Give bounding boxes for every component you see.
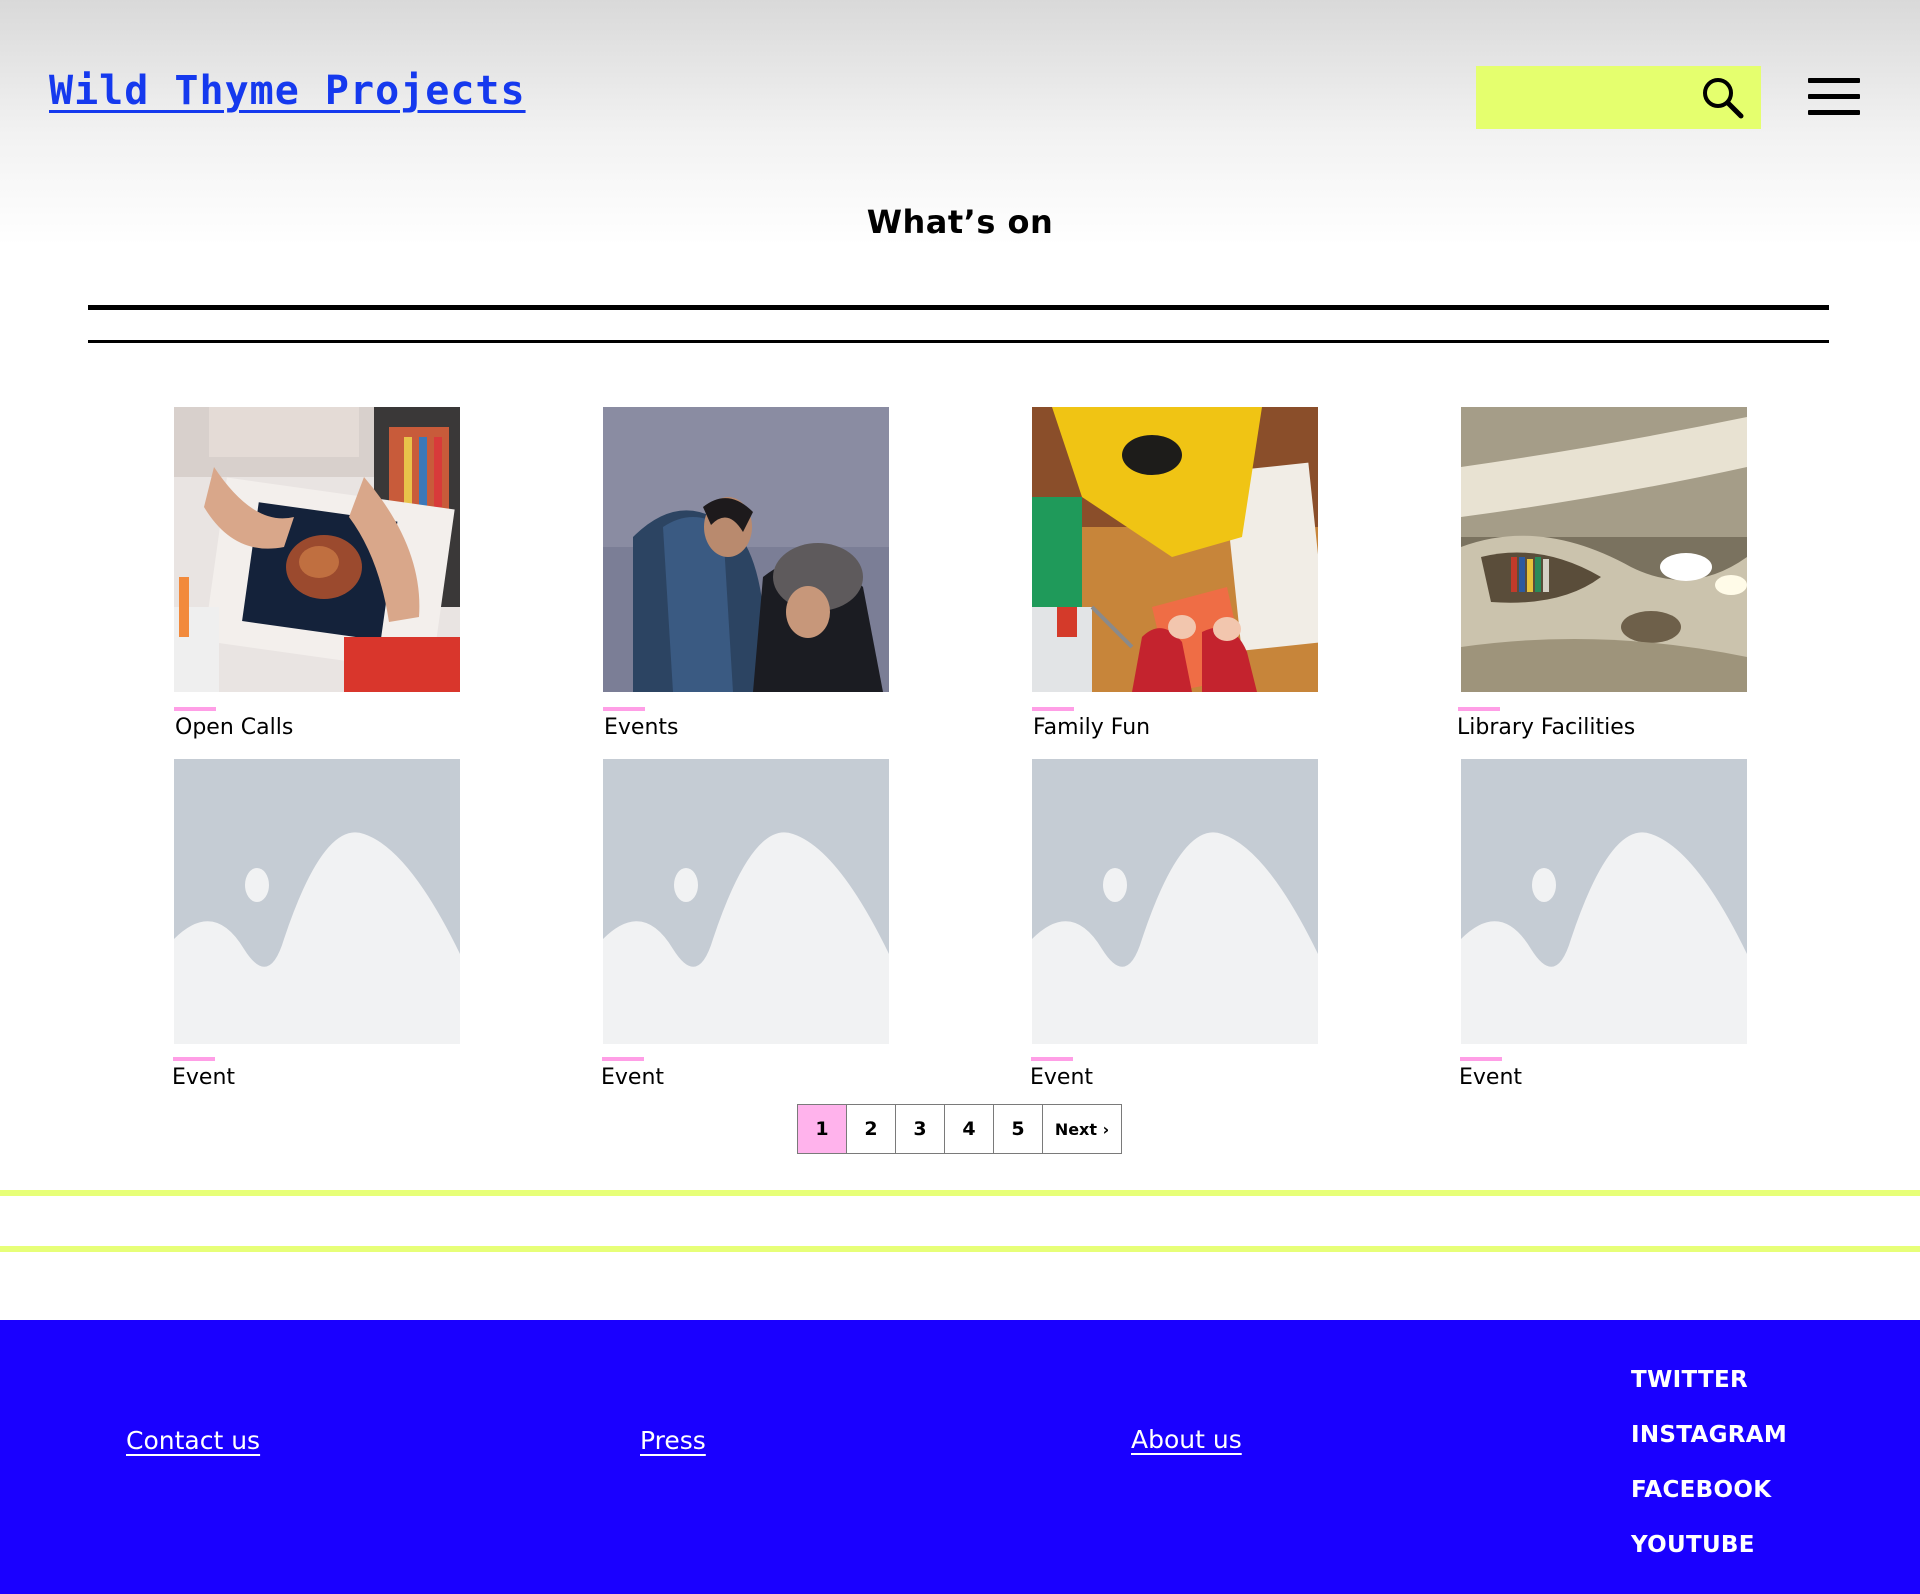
divider-thin	[88, 340, 1829, 343]
placeholder-image-icon	[1032, 759, 1318, 1044]
page-3-button[interactable]: 3	[896, 1105, 945, 1153]
card-accent-bar	[602, 1057, 644, 1061]
people-portrait-photo	[603, 407, 889, 692]
social-link-instagram[interactable]: INSTAGRAM	[1631, 1422, 1787, 1448]
card-event-2[interactable]: Event	[601, 759, 889, 1090]
page-2-button[interactable]: 2	[847, 1105, 896, 1153]
lime-divider-bottom	[0, 1246, 1920, 1252]
card-accent-bar	[1031, 1057, 1073, 1061]
card-label: Events	[604, 715, 679, 740]
placeholder-image-icon	[174, 759, 460, 1044]
card-accent-bar	[1460, 1057, 1502, 1061]
page-4-button[interactable]: 4	[945, 1105, 994, 1153]
artist-painting-photo	[174, 407, 460, 692]
page-5-button[interactable]: 5	[994, 1105, 1043, 1153]
card-event-1[interactable]: Event	[172, 759, 460, 1090]
card-label: Family Fun	[1033, 715, 1151, 740]
footer-link-contact-us[interactable]: Contact us	[126, 1426, 260, 1455]
site-title-link[interactable]: Wild Thyme Projects	[49, 68, 526, 114]
card-event-4[interactable]: Event	[1459, 759, 1747, 1090]
card-label: Library Facilities	[1457, 715, 1636, 740]
next-page-button[interactable]: Next ›	[1043, 1105, 1121, 1153]
card-library-facilities[interactable]: Library Facilities	[1457, 407, 1747, 740]
card-label: Open Calls	[175, 715, 294, 740]
card-event-3[interactable]: Event	[1030, 759, 1318, 1090]
card-accent-bar	[1032, 707, 1074, 711]
card-accent-bar	[1458, 707, 1500, 711]
search-icon[interactable]	[1701, 76, 1745, 120]
card-open-calls[interactable]: Open Calls	[174, 407, 460, 740]
card-label: Event	[172, 1065, 236, 1090]
card-label: Event	[1459, 1065, 1523, 1090]
page-1-button[interactable]: 1	[798, 1105, 847, 1153]
footer-link-about-us[interactable]: About us	[1131, 1425, 1242, 1454]
pagination: 1 2 3 4 5 Next ›	[797, 1104, 1122, 1154]
card-accent-bar	[603, 707, 645, 711]
social-link-twitter[interactable]: TWITTER	[1631, 1367, 1748, 1393]
search-box[interactable]	[1476, 66, 1761, 129]
card-family-fun[interactable]: Family Fun	[1032, 407, 1318, 740]
curved-library-interior-photo	[1461, 407, 1747, 692]
footer: Contact us Press About us TWITTER INSTAG…	[0, 1320, 1920, 1594]
placeholder-image-icon	[1461, 759, 1747, 1044]
lime-divider-top	[0, 1190, 1920, 1196]
card-accent-bar	[173, 1057, 215, 1061]
page-title: What’s on	[866, 203, 1054, 241]
social-link-youtube[interactable]: YOUTUBE	[1631, 1532, 1755, 1558]
card-events[interactable]: Events	[603, 407, 889, 740]
placeholder-image-icon	[603, 759, 889, 1044]
divider-thick	[88, 305, 1829, 310]
child-crafts-photo	[1032, 407, 1318, 692]
social-link-facebook[interactable]: FACEBOOK	[1631, 1477, 1771, 1503]
footer-link-press[interactable]: Press	[640, 1426, 706, 1455]
card-label: Event	[601, 1065, 665, 1090]
card-accent-bar	[174, 707, 216, 711]
hamburger-menu-icon[interactable]	[1808, 78, 1860, 116]
card-label: Event	[1030, 1065, 1094, 1090]
